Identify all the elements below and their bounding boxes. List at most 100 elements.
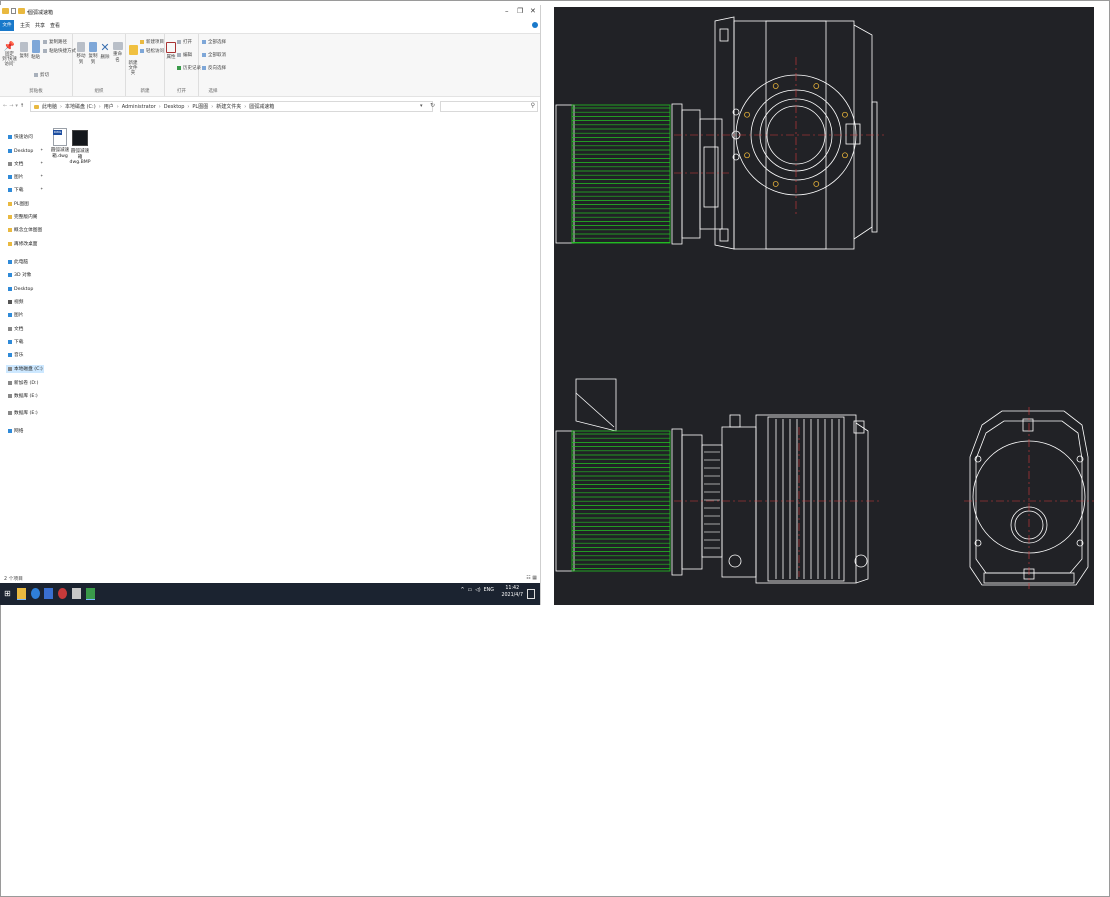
- select-none-button[interactable]: 全部取消: [202, 52, 226, 58]
- tab-home[interactable]: 主页: [20, 22, 30, 29]
- sidebar-item-desktop[interactable]: Desktop: [8, 285, 33, 293]
- invert-selection-button[interactable]: 反向选择: [202, 65, 226, 71]
- motor-fins: [571, 430, 671, 572]
- flange-bolt: [744, 152, 750, 159]
- cut-button[interactable]: 剪切: [34, 72, 49, 78]
- breadcrumb-item[interactable]: Administrator: [122, 104, 156, 110]
- star-icon: [8, 135, 12, 139]
- file-item[interactable]: 圆弧减速箱dwg.BMP: [69, 130, 91, 166]
- paste-button[interactable]: 粘贴: [30, 40, 41, 60]
- sidebar-item-pictures[interactable]: 图片: [8, 311, 23, 319]
- top-view: [555, 16, 878, 250]
- taskbar-app-icon[interactable]: [86, 588, 95, 600]
- sidebar-item-drive-d[interactable]: 新加卷 (D:): [8, 379, 38, 387]
- sidebar-item-folder[interactable]: 再修改桌面: [8, 240, 37, 248]
- sidebar-item-documents[interactable]: 文档: [8, 160, 23, 168]
- file-item[interactable]: DWG 圆弧减速箱.dwg: [49, 128, 71, 159]
- properties-icon[interactable]: [11, 8, 16, 14]
- folder-icon: [8, 215, 12, 219]
- pin-quick-access-button[interactable]: 📌 固定到'快速访问': [2, 42, 17, 67]
- breadcrumb-item[interactable]: 此电脑: [42, 103, 57, 110]
- sidebar-item-downloads[interactable]: 下载: [8, 186, 23, 194]
- copy-path-button[interactable]: 复制路径: [43, 39, 67, 45]
- search-input[interactable]: ⚲: [440, 101, 538, 112]
- breadcrumb-item[interactable]: 新建文件夹: [216, 103, 241, 110]
- new-folder-icon[interactable]: [18, 8, 25, 14]
- select-all-button[interactable]: 全部选择: [202, 39, 226, 45]
- dwg-file-icon: DWG: [53, 128, 67, 146]
- folder-icon: [8, 202, 12, 206]
- navigation-pane: 快速访问 Desktop ✦ 文档 ✦ 图片 ✦ 下载 ✦ PL图图 完整版内阁…: [0, 125, 46, 580]
- taskbar-browser-icon[interactable]: [31, 588, 40, 599]
- windows-start-icon[interactable]: ⊞: [4, 589, 11, 598]
- maximize-button[interactable]: ❐: [517, 7, 523, 15]
- sidebar-item-music[interactable]: 音乐: [8, 351, 23, 359]
- breadcrumb[interactable]: 此电脑 › 本地磁盘 (C:) › 用户 › Administrator › Deskt…: [30, 101, 433, 112]
- minimize-button[interactable]: –: [505, 7, 509, 15]
- sidebar-item-documents[interactable]: 文档: [8, 325, 23, 333]
- breadcrumb-item[interactable]: Desktop: [164, 104, 185, 110]
- paste-icon: [31, 40, 40, 53]
- sidebar-item-quick-access[interactable]: 快速访问: [8, 133, 33, 141]
- sidebar-item-videos[interactable]: 视频: [8, 298, 23, 306]
- breadcrumb-item[interactable]: 本地磁盘 (C:): [65, 103, 96, 110]
- delete-button[interactable]: ✕ 删除: [100, 42, 110, 60]
- view-toggle-icon[interactable]: ☷ ▦: [526, 575, 537, 581]
- sidebar-item-network[interactable]: 网络: [8, 427, 23, 435]
- edit-button[interactable]: 编辑: [177, 52, 192, 58]
- refresh-icon[interactable]: ↻: [430, 102, 435, 109]
- properties-button[interactable]: 属性: [166, 42, 176, 60]
- sidebar-item-drive-e[interactable]: 数据库 (E:): [8, 409, 38, 417]
- sidebar-item-folder[interactable]: 完整版内阁: [8, 213, 37, 221]
- copy-button[interactable]: 复制: [19, 42, 29, 59]
- paste-shortcut-button[interactable]: 粘贴快捷方式: [43, 48, 76, 54]
- sidebar-item-pictures[interactable]: 图片: [8, 173, 23, 181]
- taskbar-app-icon[interactable]: [58, 588, 67, 599]
- clock[interactable]: 11:42 2021/4/7: [501, 585, 523, 599]
- breadcrumb-item[interactable]: 圆弧减速箱: [249, 103, 274, 110]
- tab-view[interactable]: 查看: [50, 22, 60, 29]
- sidebar-item-drive-e[interactable]: 数据库 (E:): [8, 392, 38, 400]
- up-arrow-icon[interactable]: ↑: [20, 103, 26, 109]
- taskbar-explorer-icon[interactable]: [17, 588, 26, 600]
- taskbar-app-icon[interactable]: [72, 588, 81, 599]
- folder-icon: [34, 104, 39, 109]
- sidebar-item-folder[interactable]: PL图图: [8, 200, 29, 208]
- breadcrumb-item[interactable]: 用户: [104, 103, 114, 110]
- drive-icon: [8, 367, 12, 371]
- chevron-up-icon[interactable]: ^: [461, 588, 465, 593]
- sidebar-item-folder[interactable]: 概念立体图图: [8, 226, 42, 234]
- new-folder-button[interactable]: 新建 文件夹: [127, 40, 139, 81]
- input-language[interactable]: ENG: [484, 588, 494, 593]
- front-view-ribs: [704, 419, 840, 579]
- notification-icon[interactable]: [527, 589, 535, 599]
- network-icon[interactable]: ▭: [468, 588, 473, 593]
- close-button[interactable]: ✕: [530, 7, 536, 15]
- pictures-icon: [8, 313, 12, 317]
- volume-icon[interactable]: ◁): [475, 588, 481, 593]
- sidebar-item-desktop[interactable]: Desktop: [8, 147, 33, 155]
- rename-button[interactable]: 重命名: [111, 42, 124, 63]
- breadcrumb-item[interactable]: PL图图: [192, 103, 208, 110]
- taskbar-word-icon[interactable]: [44, 588, 53, 599]
- easy-access-button[interactable]: 轻松访问: [140, 48, 164, 54]
- sidebar-item-drive-c[interactable]: 本地磁盘 (C:): [6, 365, 44, 373]
- tab-file[interactable]: 文件: [0, 20, 14, 31]
- sidebar-item-this-pc[interactable]: 此电脑: [8, 258, 28, 266]
- help-icon[interactable]: [532, 22, 538, 28]
- open-button[interactable]: 打开: [177, 39, 192, 45]
- address-dropdown-icon[interactable]: ▾: [420, 103, 423, 109]
- history-button[interactable]: 历史记录: [177, 65, 201, 71]
- move-to-button[interactable]: 移动到: [75, 42, 87, 65]
- sidebar-item-downloads[interactable]: 下载: [8, 338, 23, 346]
- drive-icon: [8, 411, 12, 415]
- front-view: [555, 378, 869, 584]
- file-name: 圆弧减速箱.dwg: [50, 148, 70, 159]
- system-tray: ^ ▭ ◁) ENG: [461, 588, 494, 593]
- tab-share[interactable]: 共享: [35, 22, 45, 29]
- sidebar-item-3d-objects[interactable]: 3D 对象: [8, 271, 31, 279]
- new-item-button[interactable]: 新建项目: [140, 39, 164, 45]
- gearbox-body: [755, 414, 857, 584]
- copy-to-button[interactable]: 复制到: [87, 42, 99, 65]
- breadcrumb-separator-icon: ›: [98, 103, 101, 110]
